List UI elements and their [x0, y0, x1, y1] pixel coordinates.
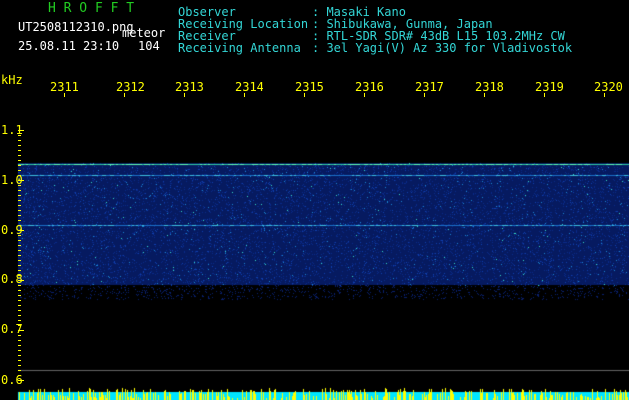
tick-mark — [18, 155, 21, 156]
tick-mark — [18, 150, 21, 151]
tick-mark — [424, 93, 425, 97]
x-tick-label: 2319 — [535, 80, 563, 94]
tick-mark — [18, 185, 21, 186]
x-tick-label: 2316 — [355, 80, 383, 94]
tick-mark — [18, 365, 21, 366]
tick-mark — [18, 290, 21, 291]
info-value-antenna: : 3el Yagi(V) Az 330 for Vladivostok — [312, 41, 573, 55]
x-tick-label: 2318 — [475, 80, 503, 94]
x-tick-label: 2314 — [235, 80, 263, 94]
info-label-antenna: Receiving Antenna — [178, 41, 301, 55]
tick-mark — [18, 140, 21, 141]
tick-mark — [124, 93, 125, 97]
x-tick-label: 2315 — [295, 80, 323, 94]
tick-mark — [18, 360, 21, 361]
tick-mark — [244, 93, 245, 97]
filename: UT2508112310.png — [18, 20, 134, 34]
tick-mark — [18, 200, 21, 201]
y-axis-unit: kHz — [1, 73, 23, 87]
tick-mark — [18, 375, 21, 376]
tick-mark — [18, 225, 21, 226]
tick-mark — [18, 145, 21, 146]
tick-mark — [18, 285, 21, 286]
meteor-label: meteor — [122, 26, 166, 40]
tick-mark — [18, 135, 21, 136]
tick-mark — [18, 310, 21, 311]
tick-mark — [18, 170, 21, 171]
x-tick-label: 2311 — [50, 80, 78, 94]
tick-mark — [18, 245, 21, 246]
tick-mark — [18, 190, 21, 191]
tick-mark — [64, 93, 65, 97]
tick-mark — [18, 210, 21, 211]
tick-mark — [18, 265, 21, 266]
timestamp: 25.08.11 23:10 — [18, 39, 120, 53]
tick-mark — [544, 93, 545, 97]
tick-mark — [18, 345, 21, 346]
tick-mark — [18, 205, 21, 206]
tick-mark — [18, 355, 21, 356]
tick-mark — [304, 93, 305, 97]
tick-mark — [18, 330, 24, 331]
tick-mark — [18, 175, 21, 176]
x-tick-label: 2312 — [116, 80, 144, 94]
meteor-count: 104 — [138, 39, 160, 53]
tick-mark — [18, 370, 21, 371]
tick-mark — [18, 230, 24, 231]
tick-mark — [18, 315, 21, 316]
tick-mark — [18, 160, 21, 161]
tick-mark — [18, 325, 21, 326]
tick-mark — [18, 350, 21, 351]
tick-mark — [18, 320, 21, 321]
tick-mark — [18, 300, 21, 301]
tick-mark — [18, 180, 24, 181]
tick-mark — [18, 165, 21, 166]
tick-mark — [18, 215, 21, 216]
tick-mark — [18, 270, 21, 271]
tick-mark — [18, 305, 21, 306]
tick-mark — [18, 335, 21, 336]
tick-mark — [18, 240, 21, 241]
tick-mark — [18, 260, 21, 261]
tick-mark — [18, 220, 21, 221]
tick-mark — [18, 250, 21, 251]
x-tick-label: 2317 — [415, 80, 443, 94]
tick-mark — [18, 380, 24, 381]
x-tick-label: 2313 — [175, 80, 203, 94]
tick-mark — [18, 235, 21, 236]
tick-mark — [18, 280, 24, 281]
tick-mark — [604, 93, 605, 97]
app-title: H R O F F T — [48, 1, 135, 16]
x-tick-label: 2320 — [594, 80, 623, 94]
tick-mark — [18, 340, 21, 341]
tick-mark — [18, 130, 24, 131]
tick-mark — [364, 93, 365, 97]
tick-mark — [18, 295, 21, 296]
tick-mark — [18, 275, 21, 276]
tick-mark — [484, 93, 485, 97]
tick-mark — [18, 195, 21, 196]
spectrogram-canvas — [0, 0, 629, 400]
tick-mark — [184, 93, 185, 97]
tick-mark — [18, 255, 21, 256]
